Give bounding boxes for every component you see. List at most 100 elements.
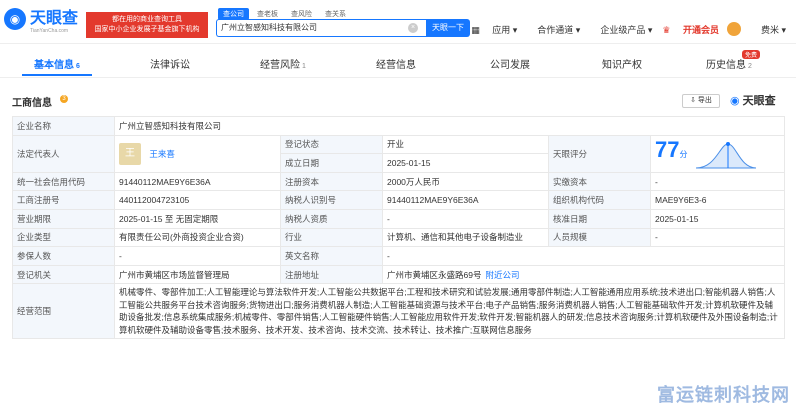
export-label: 导出 xyxy=(697,97,712,104)
legal-rep-link[interactable]: 王来喜 xyxy=(149,149,175,159)
logo-icon: ◉ xyxy=(4,8,26,30)
active-tab-indicator xyxy=(22,74,92,76)
reg-status-label: 登记状态 xyxy=(280,134,383,155)
taxpayer-id-value: 91440112MAE9Y6E36A xyxy=(382,190,549,210)
business-info-table: 企业名称 广州立智感知科技有限公司 法定代表人 王 王来喜 登记状态 开业 天眼… xyxy=(12,116,785,340)
staff-label: 人员规模 xyxy=(548,227,651,248)
user-name: 费米 xyxy=(760,24,779,35)
user-menu[interactable]: 费米 ▾ xyxy=(751,23,786,36)
reg-capital-value: 2000万人民币 xyxy=(382,171,549,192)
partner-menu[interactable]: 合作通道 ▾ xyxy=(527,23,580,36)
tab-development[interactable]: 公司发展 xyxy=(490,56,532,71)
nearby-companies-link[interactable]: 附近公司 xyxy=(485,270,519,280)
address-label: 注册地址 xyxy=(280,264,383,285)
score-cell[interactable]: 77分 xyxy=(650,134,785,173)
reg-no-label: 工商注册号 xyxy=(12,190,115,210)
taxpayer-qual-label: 纳税人资质 xyxy=(280,208,383,229)
score-unit: 分 xyxy=(679,150,688,160)
tab-label: 法律诉讼 xyxy=(150,60,190,71)
en-name-label: 英文名称 xyxy=(280,246,383,266)
term-label: 营业期限 xyxy=(12,208,115,229)
table-row: 经营范围 机械零件、零部件加工;人工智能理论与算法软件开发;人工智能公共数据平台… xyxy=(12,283,785,340)
brand-icon: ◉ xyxy=(730,95,740,107)
address-cell: 广州市黄埔区永盛路69号 附近公司 xyxy=(382,264,785,285)
apps-menu[interactable]: ▦ 应用 ▾ xyxy=(471,23,517,36)
tab-label: 公司发展 xyxy=(490,60,530,71)
brand-text: 天眼查 xyxy=(742,95,776,107)
enterprise-label: 企业级产品 xyxy=(600,24,646,35)
logo-subtitle: TianYanCha.com xyxy=(30,28,69,34)
insured-value: - xyxy=(114,246,281,266)
table-row: 工商注册号 440112004723105 纳税人识别号 91440112MAE… xyxy=(12,190,785,210)
industry-value: 计算机、通信和其他电子设备制造业 xyxy=(382,227,549,248)
tab-label: 基本信息 xyxy=(34,60,74,71)
user-avatar[interactable] xyxy=(726,22,741,36)
reg-no-value: 440112004723105 xyxy=(114,190,281,210)
promo-line-1: 都在用的商业查询工具 xyxy=(112,16,182,23)
tab-label: 历史信息 xyxy=(706,60,746,71)
table-row: 企业名称 广州立智感知科技有限公司 xyxy=(12,116,785,136)
tab-count: 6 xyxy=(76,63,80,70)
term-value: 2025-01-15 至 无固定期限 xyxy=(114,208,281,229)
tab-label: 经营风险 xyxy=(260,60,300,71)
promo-line-2: 国家中小企业发展子基金旗下机构 xyxy=(94,26,200,33)
score-label: 天眼评分 xyxy=(548,134,651,173)
org-code-label: 组织机构代码 xyxy=(548,190,651,210)
free-badge: 免费 xyxy=(742,50,761,59)
enterprise-menu[interactable]: 企业级产品 ▾ xyxy=(590,23,652,36)
established-label: 成立日期 xyxy=(280,153,383,173)
section-title: 工商信息 xyxy=(12,98,52,109)
approval-date-label: 核准日期 xyxy=(548,208,651,229)
tab-operations[interactable]: 经营信息 xyxy=(376,56,418,71)
table-row: 参保人数 - 英文名称 - xyxy=(12,246,785,266)
logo[interactable]: ◉ 天眼查 TianYanCha.com xyxy=(4,8,79,34)
taxpayer-id-label: 纳税人识别号 xyxy=(280,190,383,210)
top-nav: ▦ 应用 ▾ 合作通道 ▾ 企业级产品 ▾ ♛ 开通会员 费米 ▾ xyxy=(461,22,786,36)
scope-label: 经营范围 xyxy=(12,283,115,340)
tab-ip[interactable]: 知识产权 xyxy=(602,56,644,71)
legal-rep-cell: 王 王来喜 xyxy=(114,134,281,173)
insured-label: 参保人数 xyxy=(12,246,115,266)
apps-label: 应用 xyxy=(492,24,511,35)
type-label: 企业类型 xyxy=(12,227,115,248)
credit-code-label: 统一社会信用代码 xyxy=(12,171,115,192)
table-row: 统一社会信用代码 91440112MAE9Y6E36A 注册资本 2000万人民… xyxy=(12,171,785,192)
promo-banner[interactable]: 都在用的商业查询工具 国家中小企业发展子基金旗下机构 xyxy=(86,12,208,38)
export-button[interactable]: ⇩ 导出 xyxy=(682,94,720,108)
logo-text: 天眼查 xyxy=(30,10,79,27)
section-count-badge: 3 xyxy=(60,95,68,103)
tab-label: 经营信息 xyxy=(376,60,416,71)
staff-value: - xyxy=(650,227,785,248)
industry-label: 行业 xyxy=(280,227,383,248)
established-value: 2025-01-15 xyxy=(382,153,549,173)
watermark: 富运链刺科技网 xyxy=(657,385,790,405)
score-distribution-icon xyxy=(695,142,756,169)
tab-risk[interactable]: 经营风险 1 xyxy=(260,56,306,71)
score-value: 77 xyxy=(655,137,680,163)
approval-date-value: 2025-01-15 xyxy=(650,208,785,229)
table-row: 法定代表人 王 王来喜 登记状态 开业 天眼评分 77分 xyxy=(12,134,785,173)
company-name: 广州立智感知科技有限公司 xyxy=(114,116,785,136)
en-name-value: - xyxy=(382,246,785,266)
legal-rep-label: 法定代表人 xyxy=(12,134,115,173)
brand-logo: ◉ 天眼查 xyxy=(730,92,776,108)
tab-litigation[interactable]: 法律诉讼 xyxy=(150,56,192,71)
reg-capital-label: 注册资本 xyxy=(280,171,383,192)
search-input[interactable]: 广州立智感知科技有限公司 xyxy=(216,19,426,37)
table-row: 营业期限 2025-01-15 至 无固定期限 纳税人资质 - 核准日期 202… xyxy=(12,208,785,229)
credit-code-value: 91440112MAE9Y6E36A xyxy=(114,171,281,192)
partner-label: 合作通道 xyxy=(537,24,574,35)
paid-capital-value: - xyxy=(650,171,785,192)
tab-count: 2 xyxy=(748,63,752,70)
table-row: 企业类型 有限责任公司(外商投资企业合资) 行业 计算机、通信和其他电子设备制造… xyxy=(12,227,785,248)
paid-capital-label: 实缴资本 xyxy=(548,171,651,192)
clear-icon[interactable]: × xyxy=(408,23,418,33)
legal-rep-avatar: 王 xyxy=(119,142,141,165)
tab-label: 知识产权 xyxy=(602,60,642,71)
vip-button[interactable]: ♛ 开通会员 xyxy=(662,23,719,36)
top-bar: ◉ 天眼查 TianYanCha.com 都在用的商业查询工具 国家中小企业发展… xyxy=(0,0,796,44)
tab-basic-info[interactable]: 基本信息 6 xyxy=(34,56,80,71)
reg-status-value: 开业 xyxy=(382,134,549,155)
authority-label: 登记机关 xyxy=(12,264,115,285)
authority-value: 广州市黄埔区市场监督管理局 xyxy=(114,264,281,285)
